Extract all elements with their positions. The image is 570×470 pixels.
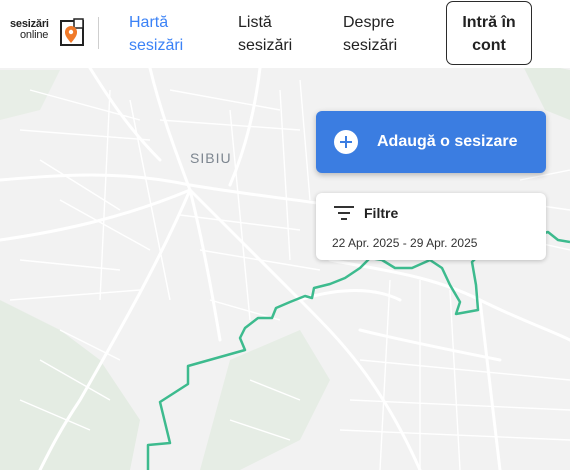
nav-label-line2: sesizări xyxy=(343,37,398,54)
header-divider xyxy=(98,17,99,49)
logo-text: sesizări online xyxy=(10,19,49,41)
login-button[interactable]: Intră în cont xyxy=(446,1,532,65)
top-header: sesizări online Hartă sesizări Listă ses… xyxy=(0,0,570,68)
login-label-line1: Intră în xyxy=(462,14,516,31)
site-logo[interactable]: sesizări online xyxy=(10,14,88,50)
filter-panel[interactable]: Filtre 22 Apr. 2025 - 29 Apr. 2025 xyxy=(316,193,546,260)
plus-circle-icon xyxy=(334,130,358,154)
add-report-button[interactable]: Adaugă o sesizare xyxy=(316,111,546,173)
city-label: SIBIU xyxy=(190,150,232,166)
filter-date-range: 22 Apr. 2025 - 29 Apr. 2025 xyxy=(332,236,478,250)
nav-label-line1: Listă xyxy=(238,14,272,31)
filter-title: Filtre xyxy=(364,205,399,221)
nav-despre-sesizari[interactable]: Despre sesizări xyxy=(343,11,397,57)
nav-label-line2: sesizări xyxy=(238,37,293,54)
login-label-line2: cont xyxy=(472,37,506,54)
nav-harta-sesizari[interactable]: Hartă sesizări xyxy=(129,11,183,57)
filter-icon xyxy=(334,205,354,221)
nav-label-line2: sesizări xyxy=(129,37,184,54)
nav-label-line1: Hartă xyxy=(129,14,169,31)
nav-label-line1: Despre xyxy=(343,14,395,31)
add-report-label: Adaugă o sesizare xyxy=(377,133,518,150)
nav-lista-sesizari[interactable]: Listă sesizări xyxy=(238,11,292,57)
logo-pin-icon xyxy=(60,18,84,46)
logo-line2: online xyxy=(20,29,49,41)
